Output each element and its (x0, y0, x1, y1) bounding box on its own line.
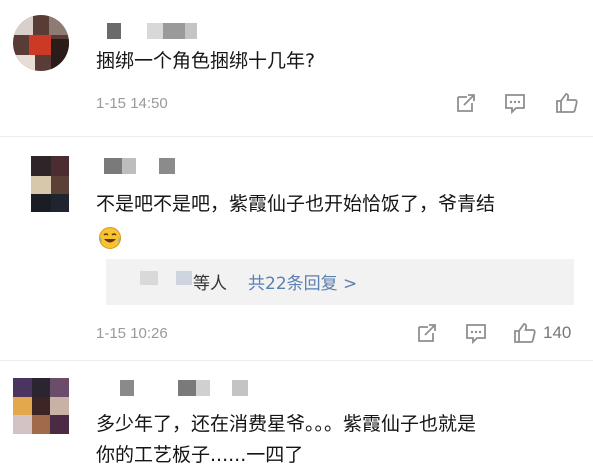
comment-text-line-2: 你的工艺板子......一四了 (96, 444, 304, 466)
reply-user-blurred (140, 271, 158, 285)
repost-button[interactable] (416, 322, 438, 344)
view-replies-link[interactable]: 共22条回复 > (248, 269, 357, 294)
comment-text-line-1: 多少年了，还在消费星爷。。。紫霞仙子也就是 (96, 413, 477, 435)
reply-user-blurred (176, 271, 192, 285)
comment-time: 1-15 10:26 (96, 325, 168, 342)
comment-time: 1-15 14:50 (96, 95, 168, 112)
username-blurred[interactable] (107, 23, 203, 41)
reply-button[interactable] (465, 322, 487, 344)
repost-button[interactable] (455, 92, 477, 114)
comment-text: 捆绑一个角色捆绑十几年? (96, 50, 316, 72)
share-icon (457, 94, 475, 112)
avatar[interactable] (13, 156, 69, 212)
comment-icon (466, 324, 486, 344)
avatar[interactable] (13, 378, 69, 434)
divider (0, 136, 593, 137)
thumbs-up-icon (556, 93, 578, 113)
like-button[interactable] (555, 91, 579, 115)
reply-preview[interactable]: 等人 共22条回复 > (106, 259, 574, 305)
avatar[interactable] (13, 15, 69, 71)
like-count: 140 (543, 323, 572, 342)
like-button[interactable]: 140 (513, 321, 571, 345)
comment-icon (505, 94, 525, 114)
username-blurred[interactable] (104, 158, 184, 176)
divider (0, 360, 593, 361)
reply-button[interactable] (504, 92, 526, 114)
share-icon (418, 324, 436, 342)
comment-text: 不是吧不是吧，紫霞仙子也开始恰饭了，爷青结 (96, 193, 496, 215)
reply-suffix: 等人 (193, 274, 227, 294)
laughing-tears-emoji (98, 226, 122, 250)
username-blurred[interactable] (120, 380, 250, 398)
thumbs-up-icon (514, 323, 536, 343)
